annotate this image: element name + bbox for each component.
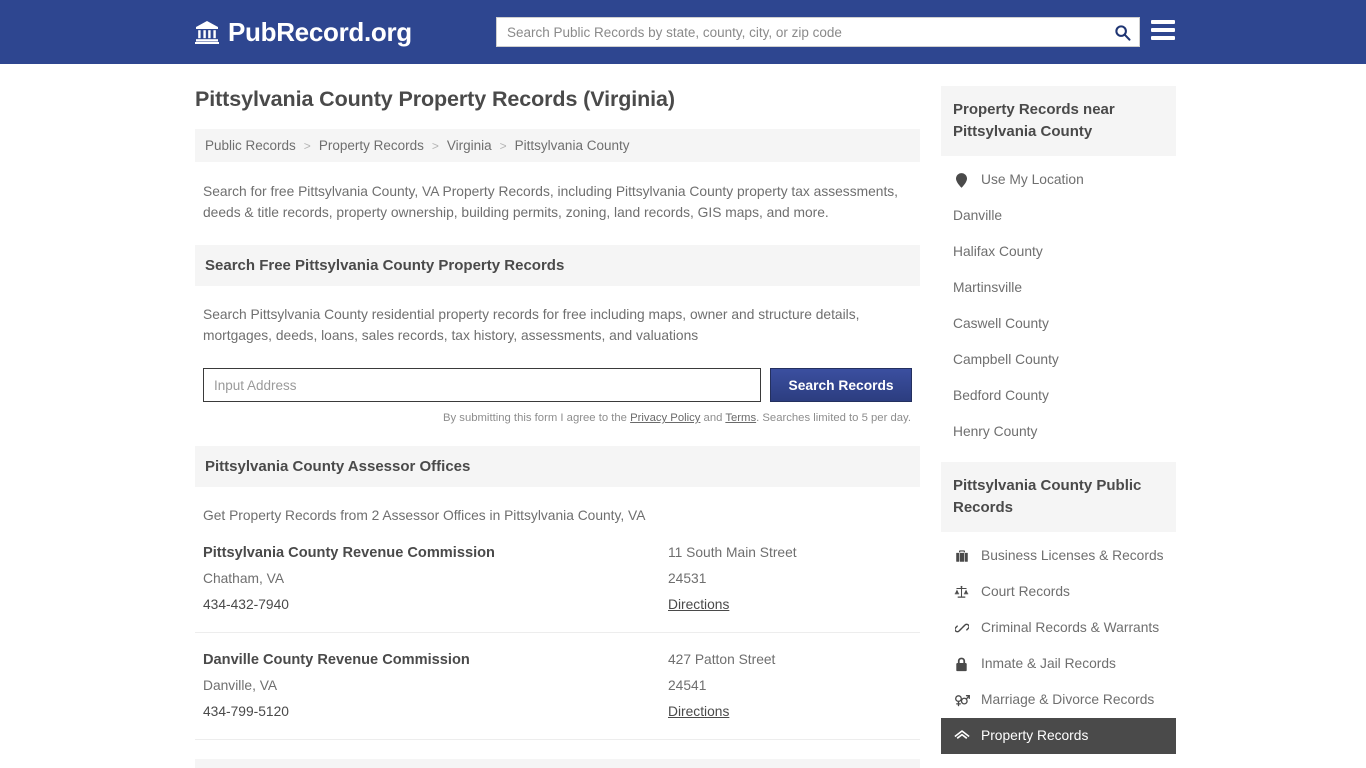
site-logo[interactable]: PubRecord.org (195, 18, 412, 46)
hamburger-menu-icon[interactable] (1151, 20, 1175, 40)
sidebar-item-label: Halifax County (953, 244, 1043, 259)
site-header: PubRecord.org (0, 0, 1366, 64)
breadcrumb-item-virginia[interactable]: Virginia (447, 138, 492, 153)
brand-name: PubRecord.org (228, 17, 412, 47)
assessor-offices-section: Pittsylvania County Assessor Offices Get… (195, 446, 920, 740)
global-search[interactable] (496, 17, 1140, 47)
search-records-section: Search Free Pittsylvania County Property… (195, 245, 920, 424)
scales-icon (953, 585, 970, 599)
main-column: Pittsylvania County Property Records (Vi… (195, 86, 920, 768)
office-street: 11 South Main Street (668, 545, 797, 560)
sidebar-item-halifax-county[interactable]: Halifax County (941, 234, 1176, 270)
address-input[interactable] (203, 368, 762, 402)
breadcrumb-item-property-records[interactable]: Property Records (319, 138, 424, 153)
office-address: 11 South Main Street 24531 Directions (668, 540, 912, 618)
sidebar-item-label: Danville (953, 208, 1003, 223)
breadcrumb-separator: > (303, 138, 311, 153)
briefcase-icon (953, 549, 970, 563)
search-icon (1114, 24, 1131, 41)
public-records-panel: Pittsylvania County Public Records Busin… (941, 462, 1176, 754)
recorder-section-heading: Pittsylvania County Recorder Of Deeds (195, 759, 920, 768)
sidebar-item-caswell-county[interactable]: Caswell County (941, 306, 1176, 342)
sidebar-item-property-records[interactable]: Property Records (941, 718, 1176, 754)
gender-icon (953, 693, 970, 707)
sidebar-item-inmate-jail-records[interactable]: Inmate & Jail Records (941, 646, 1176, 682)
assessor-section-description: Get Property Records from 2 Assessor Off… (203, 508, 646, 523)
search-input[interactable] (497, 18, 1105, 46)
office-city-state: Danville, VA (203, 678, 278, 693)
menu-bar (1151, 20, 1175, 24)
menu-bar (1151, 28, 1175, 32)
sidebar-item-business-licenses[interactable]: Business Licenses & Records (941, 538, 1176, 574)
breadcrumb-item-public-records[interactable]: Public Records (205, 138, 296, 153)
office-phone: 434-432-7940 (203, 597, 289, 612)
page-title: Pittsylvania County Property Records (Vi… (195, 87, 675, 111)
sidebar-item-bedford-county[interactable]: Bedford County (941, 378, 1176, 414)
office-phone: 434-799-5120 (203, 704, 289, 719)
sidebar: Property Records near Pittsylvania Count… (941, 86, 1176, 768)
recorder-of-deeds-section: Pittsylvania County Recorder Of Deeds Ge… (195, 759, 920, 768)
search-section-description: Search Pittsylvania County residential p… (203, 307, 860, 343)
privacy-policy-link[interactable]: Privacy Policy (630, 412, 700, 424)
breadcrumb-item-pittsylvania-county[interactable]: Pittsylvania County (515, 138, 630, 153)
sidebar-item-label: Caswell County (953, 316, 1049, 331)
sidebar-item-use-my-location[interactable]: Use My Location (941, 162, 1176, 198)
breadcrumb-separator: > (499, 138, 507, 153)
address-search-form: Search Records (203, 368, 912, 402)
sidebar-item-campbell-county[interactable]: Campbell County (941, 342, 1176, 378)
disclaimer-suffix: . Searches limited to 5 per day. (756, 412, 911, 424)
office-details: Danville County Revenue Commission Danvi… (203, 647, 668, 725)
lock-icon (953, 657, 970, 672)
sidebar-item-criminal-records[interactable]: Criminal Records & Warrants (941, 610, 1176, 646)
assessor-section-heading: Pittsylvania County Assessor Offices (195, 446, 920, 487)
sidebar-item-danville[interactable]: Danville (941, 198, 1176, 234)
office-address: 427 Patton Street 24541 Directions (668, 647, 912, 725)
directions-link[interactable]: Directions (668, 699, 729, 725)
office-city-state: Chatham, VA (203, 571, 285, 586)
sidebar-item-label: Criminal Records & Warrants (981, 620, 1160, 635)
house-icon (953, 729, 970, 743)
map-pin-icon (953, 172, 970, 188)
search-button[interactable] (1105, 18, 1139, 46)
page-container: Pittsylvania County Property Records (Vi… (0, 64, 1366, 768)
sidebar-item-label: Court Records (981, 584, 1070, 599)
office-name: Pittsylvania County Revenue Commission (203, 545, 495, 561)
page-intro: Search for free Pittsylvania County, VA … (203, 184, 899, 220)
sidebar-item-label: Inmate & Jail Records (981, 656, 1116, 671)
search-section-heading: Search Free Pittsylvania County Property… (195, 245, 920, 286)
sidebar-item-label: Property Records (981, 728, 1089, 743)
sidebar-item-label: Bedford County (953, 388, 1049, 403)
menu-bar (1151, 36, 1175, 40)
bank-building-icon (195, 19, 219, 45)
sidebar-item-court-records[interactable]: Court Records (941, 574, 1176, 610)
sidebar-item-label: Use My Location (981, 172, 1084, 187)
breadcrumb: Public Records > Property Records > Virg… (195, 129, 920, 162)
directions-link[interactable]: Directions (668, 592, 729, 618)
sidebar-item-label: Henry County (953, 424, 1038, 439)
office-zip: 24541 (668, 678, 707, 693)
table-row: Danville County Revenue Commission Danvi… (195, 633, 920, 740)
office-details: Pittsylvania County Revenue Commission C… (203, 540, 668, 618)
sidebar-item-marriage-divorce-records[interactable]: Marriage & Divorce Records (941, 682, 1176, 718)
sidebar-item-label: Marriage & Divorce Records (981, 692, 1155, 707)
search-records-button[interactable]: Search Records (770, 368, 912, 402)
office-street: 427 Patton Street (668, 652, 776, 667)
terms-link[interactable]: Terms (725, 412, 756, 424)
handcuffs-icon (953, 621, 970, 635)
disclaimer-and: and (700, 412, 726, 424)
sidebar-item-label: Martinsville (953, 280, 1022, 295)
table-row: Pittsylvania County Revenue Commission C… (195, 526, 920, 633)
sidebar-item-label: Campbell County (953, 352, 1059, 367)
office-name: Danville County Revenue Commission (203, 652, 470, 668)
sidebar-item-martinsville[interactable]: Martinsville (941, 270, 1176, 306)
public-records-panel-heading: Pittsylvania County Public Records (941, 462, 1176, 532)
sidebar-item-label: Business Licenses & Records (981, 548, 1164, 563)
breadcrumb-separator: > (431, 138, 439, 153)
nearby-panel-heading: Property Records near Pittsylvania Count… (941, 86, 1176, 156)
nearby-records-panel: Property Records near Pittsylvania Count… (941, 86, 1176, 450)
disclaimer-prefix: By submitting this form I agree to the (442, 412, 631, 424)
office-zip: 24531 (668, 571, 707, 586)
form-disclaimer: By submitting this form I agree to the P… (203, 412, 912, 424)
sidebar-item-henry-county[interactable]: Henry County (941, 414, 1176, 450)
